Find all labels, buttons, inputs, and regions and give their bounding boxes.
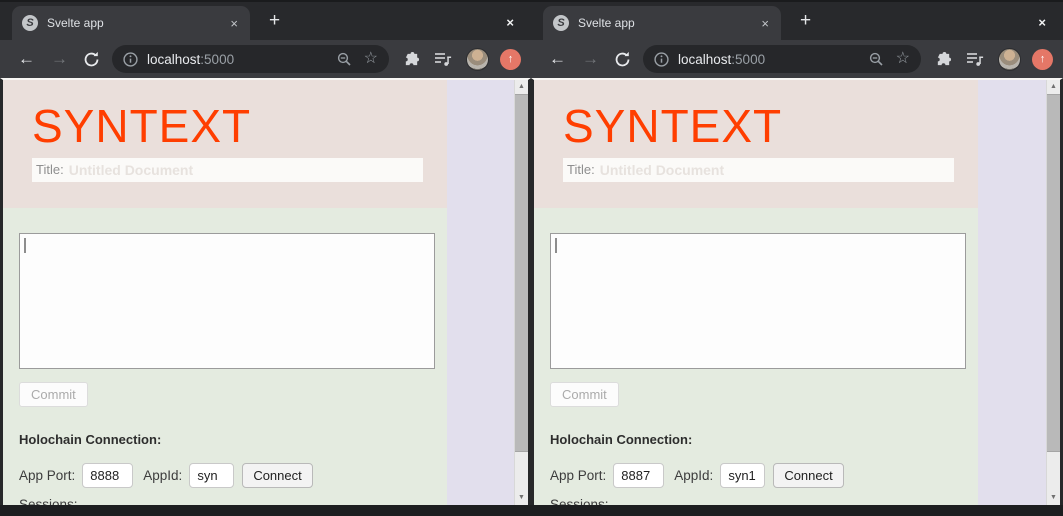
document-title-bar: Title: [32,157,423,182]
app-content: SYNTEXT Title: Commit Holochain Connecti… [534,80,978,512]
tab-title: Svelte app [578,16,635,30]
tab-close-icon[interactable]: × [228,16,240,31]
extensions-puzzle-icon[interactable] [396,51,427,68]
bookmark-star-icon[interactable]: ☆ [896,51,910,67]
connection-heading: Holochain Connection: [19,432,162,447]
bookmark-star-icon[interactable]: ☆ [364,51,378,67]
site-info-icon[interactable] [123,51,138,67]
scrollbar-thumb[interactable] [515,94,528,452]
url-text: localhost:5000 [147,51,235,67]
tab-svelte-app[interactable]: S Svelte app × [12,6,250,40]
window-bottom-edge [0,505,531,514]
commit-button[interactable]: Commit [19,382,88,407]
page-gutter [447,80,514,505]
extensions-puzzle-icon[interactable] [928,51,959,68]
reload-icon[interactable] [76,51,107,68]
address-bar[interactable]: localhost:5000 ☆ [112,45,389,73]
reload-icon[interactable] [607,51,638,68]
title-label: Title: [36,162,64,178]
window-close-icon[interactable]: × [1038,15,1046,30]
browser-window-1: S Svelte app × + × ← → localhost:5000 ☆ [0,0,531,516]
app-port-label: App Port: [550,468,607,483]
scroll-down-icon[interactable]: ▼ [515,491,528,505]
tab-svelte-app[interactable]: S Svelte app × [543,6,781,40]
tab-strip: S Svelte app × + × [0,0,531,40]
forward-icon[interactable]: → [43,49,76,69]
text-caret [555,238,557,253]
scrollbar-thumb[interactable] [1047,94,1060,452]
site-info-icon[interactable] [654,51,669,67]
browser-toolbar: ← → localhost:5000 ☆ ↑ [531,40,1063,78]
title-label: Title: [567,162,595,178]
document-title-bar: Title: [563,157,954,182]
browser-toolbar: ← → localhost:5000 ☆ ↑ [0,40,531,78]
app-id-input[interactable] [720,463,766,488]
svelte-favicon-icon: S [22,15,38,31]
document-textarea[interactable] [550,233,966,369]
svelte-favicon-icon: S [553,15,569,31]
app-title: SYNTEXT [32,100,252,152]
profile-avatar[interactable] [466,47,489,71]
vertical-scrollbar[interactable]: ▲ ▼ [514,80,528,505]
zoom-out-icon[interactable] [337,52,352,67]
profile-avatar[interactable] [998,47,1021,71]
new-tab-button[interactable]: + [800,10,811,32]
address-bar[interactable]: localhost:5000 ☆ [643,45,921,73]
window-close-icon[interactable]: × [506,15,514,30]
forward-icon[interactable]: → [574,49,607,69]
url-text: localhost:5000 [678,51,766,67]
connect-button[interactable]: Connect [773,463,844,488]
document-textarea[interactable] [19,233,435,369]
app-id-label: AppId: [674,468,714,483]
scroll-up-icon[interactable]: ▲ [515,80,528,94]
app-id-input[interactable] [189,463,235,488]
tab-strip: S Svelte app × + × [531,0,1063,40]
document-title-input[interactable] [68,157,423,182]
connect-button[interactable]: Connect [242,463,313,488]
app-id-label: AppId: [143,468,183,483]
new-tab-button[interactable]: + [269,10,280,32]
zoom-out-icon[interactable] [869,52,884,67]
connection-form: App Port: AppId: Connect [550,463,978,488]
editor-section: Commit Holochain Connection: App Port: A… [534,208,978,512]
browser-update-icon[interactable]: ↑ [500,48,521,70]
editor-section: Commit Holochain Connection: App Port: A… [3,208,447,512]
connection-form: App Port: AppId: Connect [19,463,447,488]
app-header: SYNTEXT Title: [534,80,978,208]
app-port-input[interactable] [613,463,665,488]
browser-update-icon[interactable]: ↑ [1032,48,1053,70]
text-caret [24,238,26,253]
tab-title: Svelte app [47,16,104,30]
app-content: SYNTEXT Title: Commit Holochain Connecti… [3,80,447,512]
page-viewport: SYNTEXT Title: Commit Holochain Connecti… [531,78,1063,512]
connection-heading: Holochain Connection: [550,432,693,447]
vertical-scrollbar[interactable]: ▲ ▼ [1046,80,1060,505]
window-bottom-edge [531,505,1063,514]
tab-close-icon[interactable]: × [759,16,771,31]
page-viewport: SYNTEXT Title: Commit Holochain Connecti… [0,78,531,512]
back-icon[interactable]: ← [541,49,574,69]
page-gutter [978,80,1046,505]
commit-button[interactable]: Commit [550,382,619,407]
scroll-down-icon[interactable]: ▼ [1047,491,1060,505]
playlist-icon[interactable] [427,51,459,67]
app-port-label: App Port: [19,468,76,483]
scroll-up-icon[interactable]: ▲ [1047,80,1060,94]
browser-window-2: S Svelte app × + × ← → localhost:5000 ☆ [531,0,1063,516]
app-title: SYNTEXT [563,100,783,152]
document-title-input[interactable] [599,157,954,182]
playlist-icon[interactable] [959,51,991,67]
app-port-input[interactable] [82,463,134,488]
app-header: SYNTEXT Title: [3,80,447,208]
back-icon[interactable]: ← [10,49,43,69]
